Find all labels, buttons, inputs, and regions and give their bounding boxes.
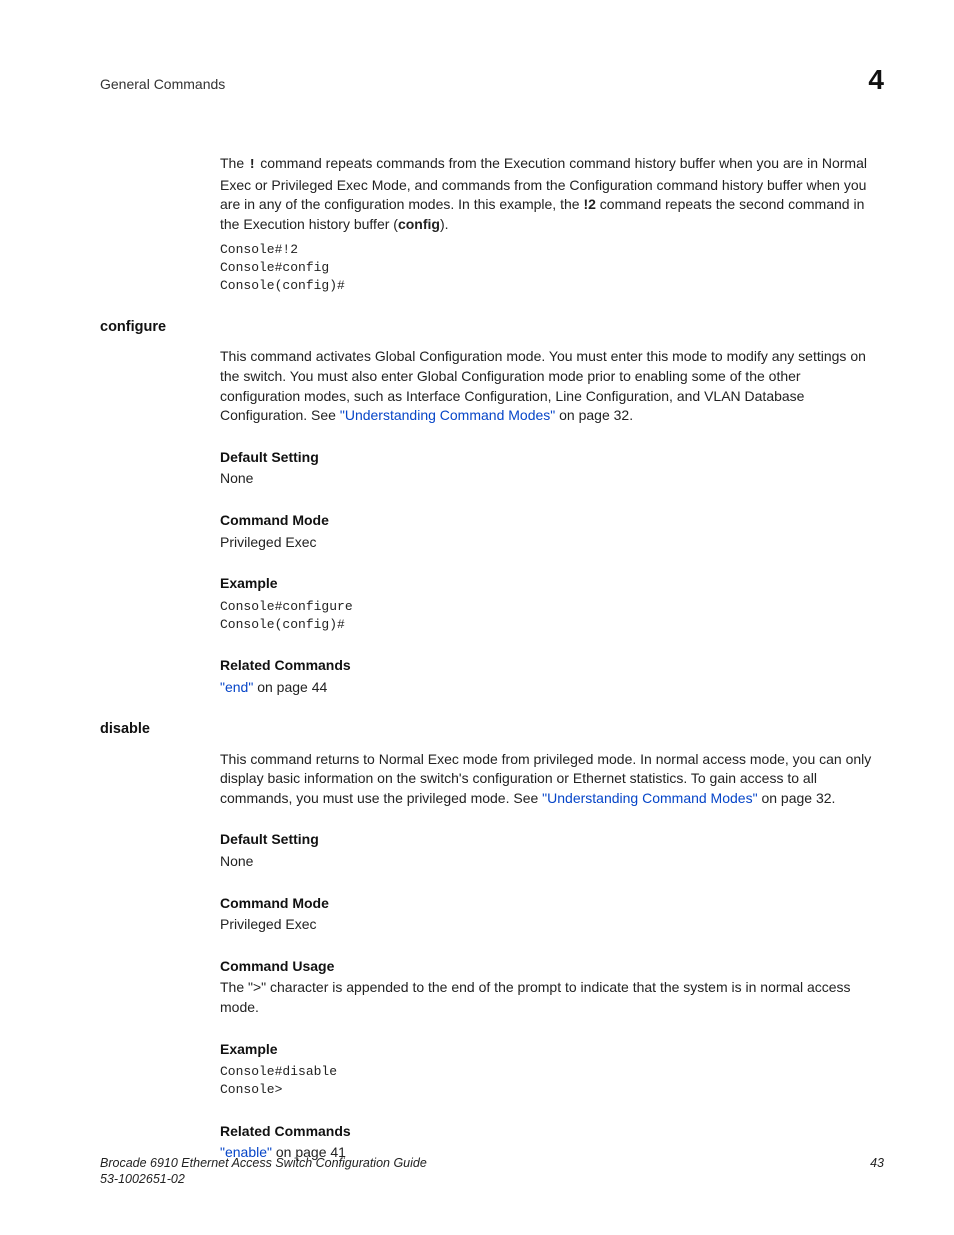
header-chapter: 4 <box>868 60 884 99</box>
header-title: General Commands <box>100 75 225 95</box>
disable-related-heading: Related Commands <box>220 1122 884 1142</box>
disable-default-heading: Default Setting <box>220 830 884 850</box>
footer-doc-num: 53-1002651-02 <box>100 1171 427 1187</box>
cmd-bang2: !2 <box>583 196 595 212</box>
text: on page 44 <box>253 679 327 695</box>
link-understanding-modes-2[interactable]: "Understanding Command Modes" <box>542 790 757 806</box>
configure-default-value: None <box>220 469 884 489</box>
configure-example-code: Console#configure Console(config)# <box>220 598 884 634</box>
page-header: General Commands 4 <box>100 60 884 99</box>
disable-usage-value: The ">" character is appended to the end… <box>220 978 884 1017</box>
configure-heading: configure <box>100 317 884 337</box>
configure-related-heading: Related Commands <box>220 656 884 676</box>
footer-page: 43 <box>870 1155 884 1173</box>
configure-default-heading: Default Setting <box>220 448 884 468</box>
cmd-config: config <box>398 216 440 232</box>
intro-code: Console#!2 Console#config Console(config… <box>220 241 884 296</box>
configure-desc: This command activates Global Configurat… <box>220 347 884 425</box>
disable-heading: disable <box>100 719 884 739</box>
configure-mode-value: Privileged Exec <box>220 533 884 553</box>
disable-default-value: None <box>220 852 884 872</box>
configure-mode-heading: Command Mode <box>220 511 884 531</box>
text: ). <box>440 216 449 232</box>
configure-example-heading: Example <box>220 574 884 594</box>
disable-example-code: Console#disable Console> <box>220 1063 884 1099</box>
link-end[interactable]: "end" <box>220 679 253 695</box>
text: on page 32. <box>758 790 836 806</box>
configure-related-line: "end" on page 44 <box>220 678 884 698</box>
intro-paragraph: The ! command repeats commands from the … <box>220 154 884 234</box>
link-understanding-modes[interactable]: "Understanding Command Modes" <box>340 407 555 423</box>
footer-doc-title: Brocade 6910 Ethernet Access Switch Conf… <box>100 1155 427 1171</box>
disable-example-heading: Example <box>220 1040 884 1060</box>
disable-mode-value: Privileged Exec <box>220 915 884 935</box>
text: The <box>220 155 248 171</box>
disable-usage-heading: Command Usage <box>220 957 884 977</box>
text: on page 32. <box>555 407 633 423</box>
disable-mode-heading: Command Mode <box>220 894 884 914</box>
page-footer: Brocade 6910 Ethernet Access Switch Conf… <box>100 1155 884 1188</box>
disable-desc: This command returns to Normal Exec mode… <box>220 750 884 809</box>
